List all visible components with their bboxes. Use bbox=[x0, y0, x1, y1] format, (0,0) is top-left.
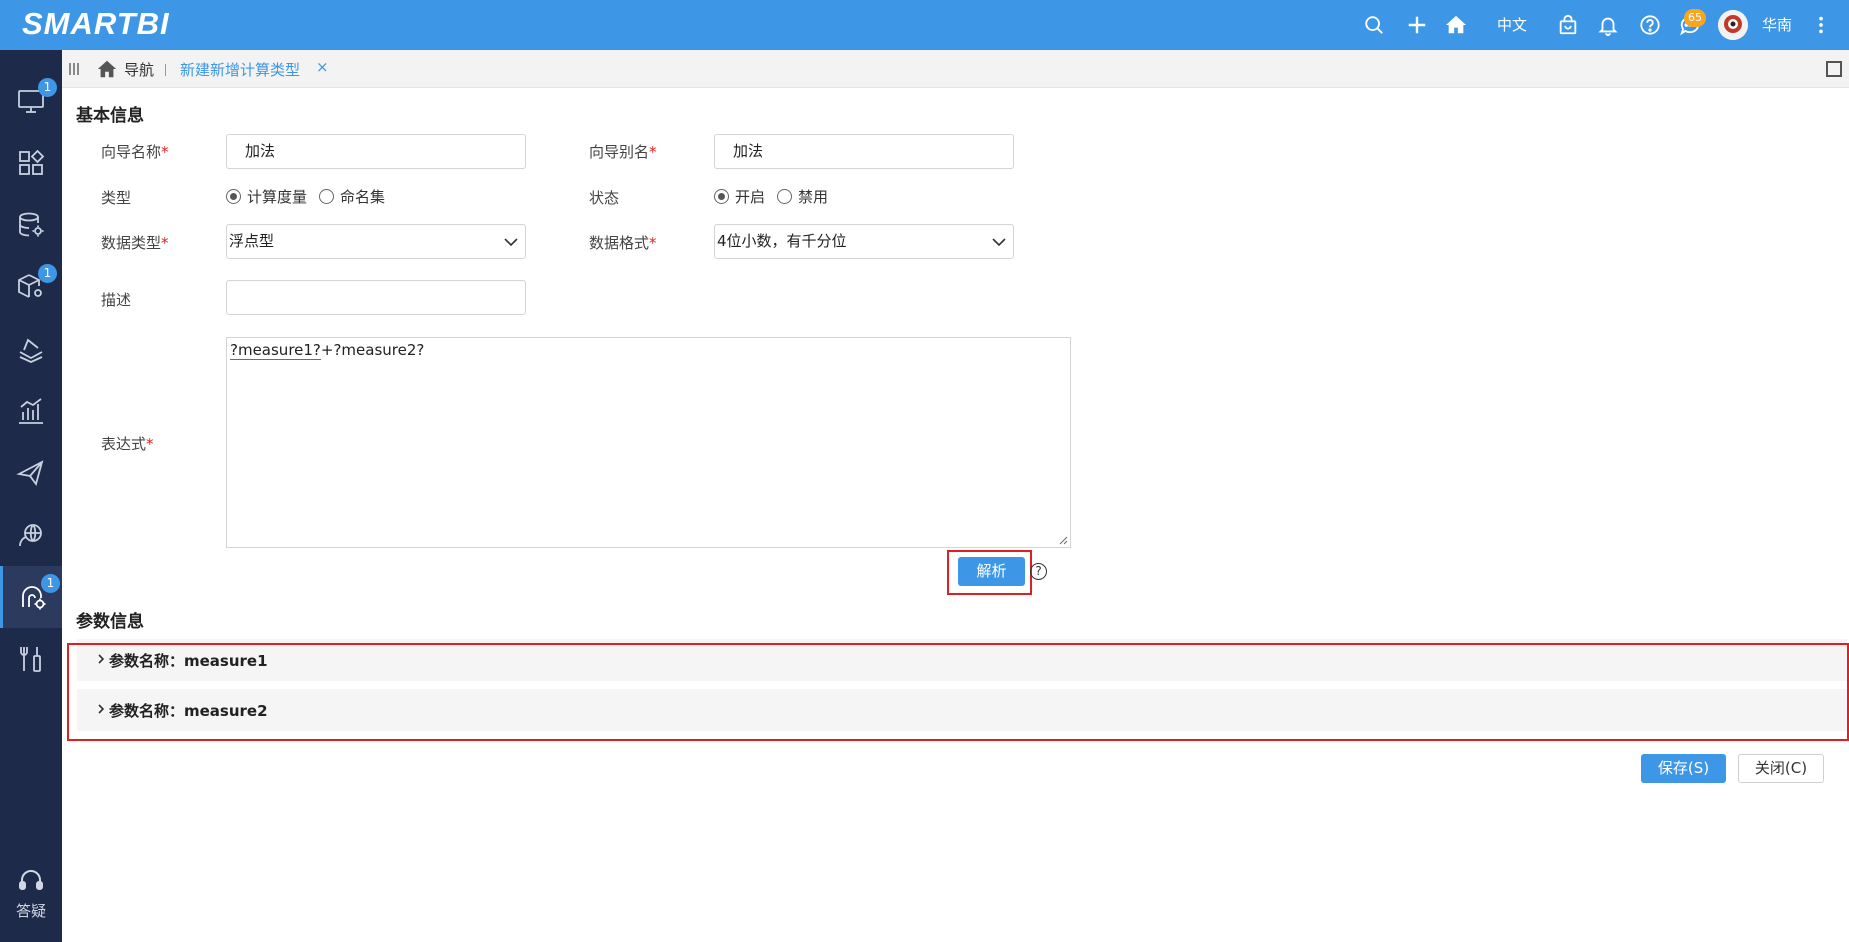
data-format-label-text: 数据格式 bbox=[589, 234, 650, 252]
sidebar-badge: 1 bbox=[41, 574, 60, 593]
required-mark: * bbox=[146, 435, 154, 453]
status-option-disabled[interactable]: 禁用 bbox=[777, 186, 828, 207]
help-icon[interactable] bbox=[1637, 12, 1663, 38]
headset-icon bbox=[19, 870, 43, 890]
tab-close-icon[interactable]: × bbox=[316, 58, 329, 76]
language-switch[interactable]: 中文 bbox=[1497, 15, 1527, 35]
sidebar-badge: 1 bbox=[38, 264, 57, 283]
chevron-down-icon bbox=[504, 238, 518, 247]
sidebar-item-service[interactable] bbox=[0, 504, 62, 566]
tab-navigation[interactable]: 导航 bbox=[124, 59, 154, 80]
brand-text: SMARTBI bbox=[22, 6, 170, 41]
bell-icon[interactable] bbox=[1595, 12, 1621, 38]
database-gear-icon bbox=[19, 212, 44, 237]
data-format-label: 数据格式* bbox=[589, 232, 657, 253]
search-icon[interactable] bbox=[1361, 12, 1387, 38]
avatar[interactable] bbox=[1718, 10, 1748, 40]
description-label: 描述 bbox=[101, 291, 132, 309]
data-format-value: 4位小数，有千分位 bbox=[717, 232, 847, 250]
sidebar-help[interactable]: 答疑 bbox=[0, 868, 62, 921]
status-label: 状态 bbox=[589, 189, 620, 207]
radio-label: 计算度量 bbox=[247, 188, 308, 206]
wizard-name-label-text: 向导名称 bbox=[101, 143, 162, 161]
sidebar-item-tools[interactable] bbox=[0, 628, 62, 690]
required-mark: * bbox=[649, 143, 657, 161]
highlight-box-params bbox=[67, 643, 1849, 741]
sidebar-item-ai[interactable]: 1 bbox=[0, 566, 62, 628]
tab-strip: 导航 新建新增计算类型 × bbox=[62, 50, 1849, 88]
wizard-name-input[interactable]: 加法 bbox=[226, 134, 526, 169]
widgets-icon bbox=[19, 149, 45, 175]
chevron-down-icon bbox=[992, 238, 1006, 247]
radio-button[interactable] bbox=[777, 189, 793, 204]
wizard-alias-label: 向导别名* bbox=[589, 141, 657, 162]
required-mark: * bbox=[161, 234, 169, 252]
radio-button[interactable] bbox=[226, 189, 241, 204]
status-option-enabled[interactable]: 开启 bbox=[714, 186, 765, 207]
message-badge: 65 bbox=[1684, 9, 1706, 27]
description-input[interactable] bbox=[226, 280, 526, 315]
add-icon[interactable] bbox=[1404, 12, 1430, 38]
help-label: 答疑 bbox=[15, 902, 46, 920]
sidebar-item-widgets[interactable] bbox=[0, 132, 62, 194]
sidebar-item-data-source[interactable] bbox=[0, 194, 62, 256]
radio-label: 命名集 bbox=[340, 188, 386, 206]
save-button[interactable]: 保存(S) bbox=[1641, 754, 1726, 783]
close-button[interactable]: 关闭(C) bbox=[1738, 754, 1824, 783]
bar-chart-icon bbox=[19, 398, 43, 424]
basic-info-title: 基本信息 bbox=[76, 106, 144, 126]
tab-separator bbox=[165, 64, 166, 76]
maximize-icon[interactable] bbox=[1826, 61, 1842, 77]
status-radio-group: 开启 禁用 bbox=[714, 186, 840, 207]
type-radio-group: 计算度量 命名集 bbox=[226, 186, 397, 207]
smartbi-logo[interactable]: SMARTBI bbox=[22, 6, 170, 42]
data-type-label-text: 数据类型 bbox=[101, 234, 162, 252]
radio-label: 开启 bbox=[735, 188, 766, 206]
sidebar-item-analysis[interactable] bbox=[0, 380, 62, 442]
highlight-box-parse bbox=[947, 550, 1032, 595]
data-type-select[interactable]: 浮点型 bbox=[226, 224, 526, 259]
headset-globe-icon bbox=[19, 524, 42, 547]
sidebar-item-monitor[interactable]: 1 bbox=[0, 70, 62, 132]
user-name[interactable]: 华南 bbox=[1762, 15, 1792, 35]
expression-rest: +?measure2? bbox=[320, 341, 425, 359]
type-option-calc-measure[interactable]: 计算度量 bbox=[226, 186, 307, 207]
collapse-handle-icon[interactable] bbox=[68, 61, 80, 77]
data-type-value: 浮点型 bbox=[229, 232, 275, 250]
type-option-named-set[interactable]: 命名集 bbox=[319, 186, 385, 207]
expression-label: 表达式* bbox=[101, 433, 154, 454]
sidebar-badge: 1 bbox=[38, 78, 57, 97]
layers-icon bbox=[19, 338, 43, 363]
required-mark: * bbox=[649, 234, 657, 252]
question-circle-icon[interactable]: ? bbox=[1030, 563, 1047, 580]
sidebar-item-publish[interactable] bbox=[0, 442, 62, 504]
param-info-title: 参数信息 bbox=[76, 612, 144, 632]
radio-label: 禁用 bbox=[798, 188, 829, 206]
wizard-name-label: 向导名称* bbox=[101, 141, 169, 162]
radio-button[interactable] bbox=[714, 189, 729, 204]
required-mark: * bbox=[161, 143, 169, 161]
type-label: 类型 bbox=[101, 189, 132, 207]
sidebar-item-layers[interactable] bbox=[0, 318, 62, 380]
expression-label-text: 表达式 bbox=[101, 435, 147, 453]
more-vertical-icon[interactable] bbox=[1808, 12, 1834, 38]
radio-button[interactable] bbox=[319, 189, 335, 204]
sidebar-item-cube[interactable]: 1 bbox=[0, 256, 62, 318]
sidebar: 1 1 1 答疑 bbox=[0, 50, 62, 942]
tools-icon bbox=[20, 647, 41, 672]
shopping-bag-icon[interactable] bbox=[1555, 12, 1581, 38]
wizard-alias-input[interactable]: 加法 bbox=[714, 134, 1014, 169]
resize-handle-icon[interactable] bbox=[1058, 535, 1068, 545]
wizard-alias-label-text: 向导别名 bbox=[589, 143, 650, 161]
data-format-select[interactable]: 4位小数，有千分位 bbox=[714, 224, 1014, 259]
tab-new-calc-type[interactable]: 新建新增计算类型 bbox=[180, 59, 300, 80]
expression-token: ?measure1? bbox=[230, 341, 321, 360]
home-icon[interactable] bbox=[96, 58, 118, 80]
home-icon[interactable] bbox=[1443, 12, 1469, 38]
expression-textarea[interactable]: ?measure1?+?measure2? bbox=[226, 337, 1071, 548]
paper-plane-icon bbox=[16, 460, 44, 487]
data-type-label: 数据类型* bbox=[101, 232, 169, 253]
top-bar: SMARTBI 中文 65 华南 bbox=[0, 0, 1849, 50]
